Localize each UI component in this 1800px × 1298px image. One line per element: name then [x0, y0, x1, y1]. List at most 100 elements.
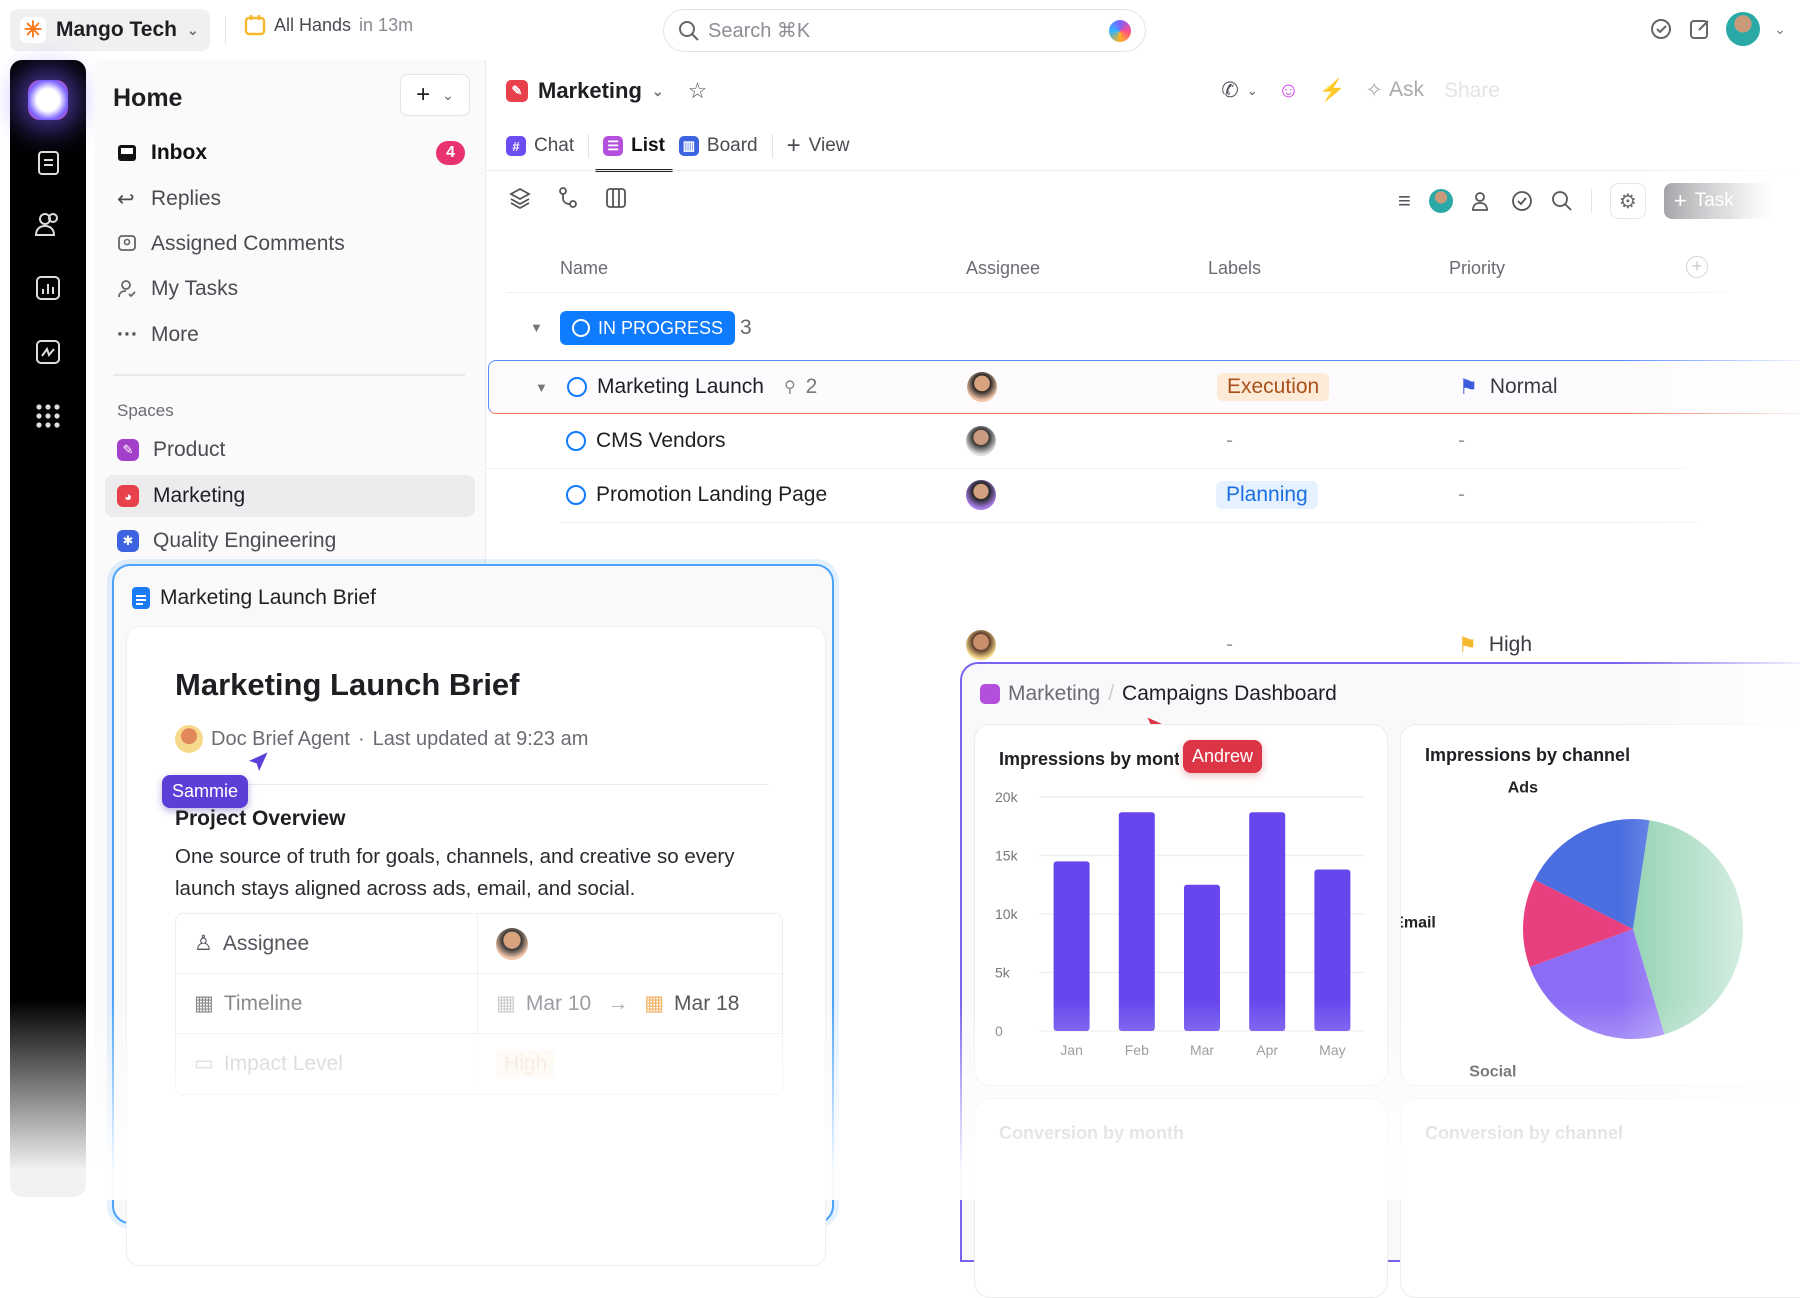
sidebar-item-replies[interactable]: ↩ Replies: [105, 178, 475, 220]
sidebar-item-assigned-comments[interactable]: Assigned Comments: [105, 223, 475, 265]
chevron-down-icon[interactable]: ⌄: [652, 83, 664, 100]
label-empty[interactable]: -: [1216, 631, 1243, 659]
collapse-caret-icon[interactable]: ▼: [530, 320, 543, 335]
in-progress-status-icon[interactable]: [566, 485, 586, 505]
in-progress-status-icon[interactable]: [566, 431, 586, 451]
property-label: Impact Level: [223, 1051, 343, 1075]
whiteboard-icon[interactable]: [32, 336, 64, 368]
table-row[interactable]: CMS Vendors - -: [488, 414, 1800, 468]
priority-empty[interactable]: -: [1458, 483, 1465, 507]
check-add-icon[interactable]: [1650, 17, 1674, 41]
ai-agent-icon[interactable]: ☺: [1278, 79, 1299, 103]
bar-apr[interactable]: [1249, 812, 1286, 1031]
ask-button[interactable]: ✧ Ask: [1365, 78, 1424, 103]
space-product[interactable]: ✎ Product: [105, 429, 475, 471]
doc-window: Marketing Launch Brief Marketing Launch …: [112, 564, 834, 1266]
column-header-priority[interactable]: Priority: [1449, 258, 1505, 279]
sidebar-item-more[interactable]: ··· More: [105, 314, 475, 356]
bar-jan[interactable]: [1053, 861, 1090, 1031]
bar-mar[interactable]: [1184, 884, 1220, 1031]
subtasks-icon[interactable]: [556, 186, 580, 210]
space-marketing[interactable]: ◕ Marketing: [105, 475, 475, 517]
workspace-switcher[interactable]: ✳ Mango Tech ⌄: [10, 9, 210, 51]
column-header-labels[interactable]: Labels: [1208, 258, 1261, 279]
user-avatar[interactable]: [1726, 12, 1761, 46]
tab-list[interactable]: ☰ List: [589, 130, 679, 172]
compose-icon[interactable]: [1688, 17, 1712, 41]
chevron-down-icon[interactable]: ⌄: [1247, 83, 1258, 99]
section-paragraph[interactable]: One source of truth for goals, channels,…: [175, 841, 785, 905]
label-tag[interactable]: Execution: [1217, 373, 1330, 401]
column-header-assignee[interactable]: Assignee: [966, 258, 1040, 279]
search-placeholder: Search ⌘K: [708, 20, 811, 42]
create-button[interactable]: + ⌄: [400, 74, 470, 116]
assignee-avatar[interactable]: [966, 480, 996, 510]
assignee-avatar[interactable]: [966, 630, 996, 660]
end-date[interactable]: Mar 18: [674, 992, 739, 1016]
check-circle-icon[interactable]: [1511, 190, 1533, 212]
page-title[interactable]: Marketing: [538, 78, 642, 104]
breadcrumb-current: Campaigns Dashboard: [1122, 682, 1337, 705]
home-icon[interactable]: [28, 80, 68, 120]
people-icon[interactable]: [1471, 190, 1493, 212]
in-progress-status-icon[interactable]: [567, 377, 587, 397]
spaces-heading: Spaces: [117, 401, 174, 420]
space-quality-engineering[interactable]: ✱ Quality Engineering: [105, 520, 475, 562]
calendar-icon: [244, 14, 266, 36]
add-task-button[interactable]: + Task: [1663, 183, 1774, 219]
priority-value[interactable]: High: [1489, 633, 1532, 657]
bar-feb[interactable]: [1118, 812, 1155, 1031]
columns-icon[interactable]: [604, 186, 628, 210]
layers-icon[interactable]: [508, 186, 532, 210]
column-header-name[interactable]: Name: [560, 258, 608, 279]
assignee-avatar[interactable]: [966, 426, 996, 456]
assignee-avatar[interactable]: [496, 927, 528, 960]
upcoming-meeting[interactable]: All Hands in 13m: [244, 14, 413, 36]
settings-icon[interactable]: ⚙: [1609, 183, 1646, 219]
label-tag[interactable]: Planning: [1216, 481, 1318, 509]
chevron-down-icon[interactable]: ⌄: [1774, 21, 1786, 38]
search-input[interactable]: Search ⌘K: [663, 9, 1146, 52]
priority-value[interactable]: Normal: [1490, 375, 1558, 399]
label-empty[interactable]: -: [1216, 427, 1243, 455]
table-row[interactable]: ▼ Marketing Launch ⚲ 2 Execution ⚑ Normal: [488, 360, 1800, 414]
priority-empty[interactable]: -: [1458, 429, 1465, 453]
status-group-badge[interactable]: IN PROGRESS: [560, 311, 736, 345]
bar-may[interactable]: [1314, 869, 1351, 1031]
share-button[interactable]: Share: [1444, 79, 1500, 103]
breadcrumb-parent[interactable]: Marketing: [1008, 682, 1100, 706]
list-toolbar-left: [508, 186, 628, 210]
doc-author[interactable]: Doc Brief Agent: [211, 728, 350, 751]
people-icon[interactable]: [32, 208, 64, 240]
flag-icon[interactable]: ⚑: [1458, 633, 1477, 658]
docs-icon[interactable]: [32, 146, 64, 178]
star-icon[interactable]: ☆: [688, 78, 708, 104]
task-name[interactable]: Promotion Landing Page: [596, 483, 827, 507]
search-icon[interactable]: [1551, 190, 1573, 212]
divider: [506, 292, 1726, 293]
expand-caret-icon[interactable]: ▼: [535, 380, 548, 395]
add-view-button[interactable]: + View: [773, 130, 864, 162]
breadcrumb-separator: /: [1108, 682, 1115, 705]
table-row[interactable]: Promotion Landing Page Planning -: [488, 468, 1800, 522]
sidebar-item-label: Replies: [151, 187, 222, 210]
start-date[interactable]: Mar 10: [526, 992, 591, 1016]
sidebar-item-my-tasks[interactable]: My Tasks: [105, 268, 475, 310]
phone-icon[interactable]: ✆: [1221, 78, 1239, 103]
task-name[interactable]: CMS Vendors: [596, 429, 726, 453]
doc-title[interactable]: Marketing Launch Brief: [175, 667, 520, 703]
task-name[interactable]: Marketing Launch: [597, 375, 764, 399]
impact-tag[interactable]: High: [496, 1049, 556, 1078]
sidebar-item-inbox[interactable]: Inbox 4: [105, 132, 475, 174]
dashboards-icon[interactable]: [32, 272, 64, 304]
tab-chat[interactable]: # Chat: [506, 130, 588, 162]
flag-icon[interactable]: ⚑: [1459, 375, 1478, 400]
lightning-icon[interactable]: ⚡: [1319, 79, 1345, 103]
apps-grid-icon[interactable]: [32, 400, 64, 432]
tab-board[interactable]: ▥ Board: [678, 130, 772, 162]
assignee-avatar[interactable]: [967, 372, 997, 402]
filter-icon[interactable]: ≡: [1398, 188, 1411, 214]
add-column-icon[interactable]: +: [1686, 256, 1708, 278]
ai-sparkle-icon[interactable]: [1109, 19, 1131, 42]
assignee-filter-avatar[interactable]: [1428, 189, 1453, 213]
